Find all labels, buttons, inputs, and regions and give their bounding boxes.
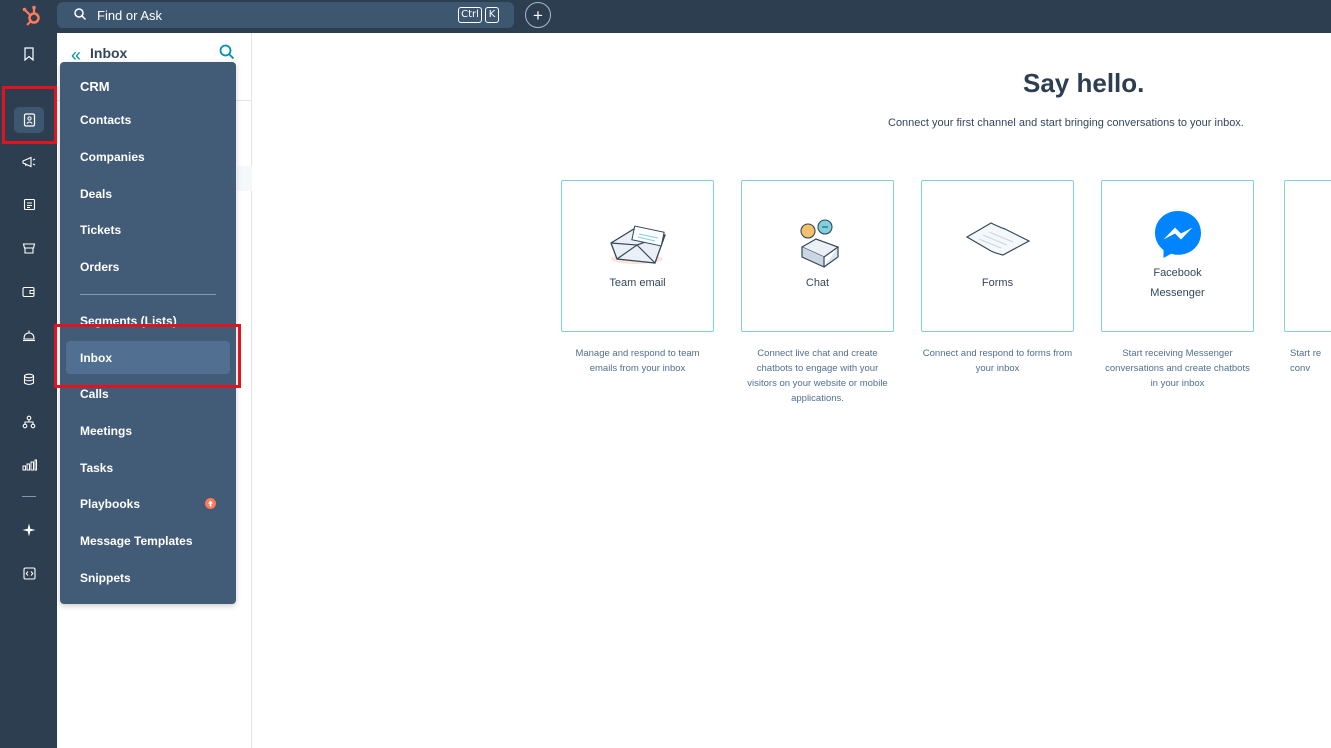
menu-item-calls[interactable]: Calls — [80, 387, 109, 401]
menu-item-message-templates[interactable]: Message Templates — [80, 534, 193, 548]
content-icon[interactable] — [18, 193, 40, 215]
code-icon[interactable] — [18, 562, 40, 584]
workflows-icon[interactable] — [18, 411, 40, 433]
menu-item-deals[interactable]: Deals — [80, 187, 112, 201]
shortcut-ctrl-key: Ctrl — [458, 7, 482, 23]
nav-divider — [22, 496, 36, 497]
menu-item-contacts[interactable]: Contacts — [80, 113, 131, 127]
menu-item-playbooks[interactable]: Playbooks — [80, 497, 140, 511]
envelope-icon — [562, 215, 713, 271]
messenger-icon — [1102, 208, 1253, 260]
card-label: Facebook Messenger — [1150, 267, 1205, 299]
card-label: Team email — [609, 277, 666, 289]
database-icon[interactable] — [18, 368, 40, 390]
panel-title: Inbox — [90, 45, 128, 61]
menu-item-tasks[interactable]: Tasks — [80, 461, 113, 475]
bookmark-icon[interactable] — [18, 43, 40, 65]
card-label: Chat — [805, 277, 830, 289]
commerce-icon[interactable] — [18, 237, 40, 259]
menu-item-orders[interactable]: Orders — [80, 260, 119, 274]
channel-card-partial[interactable] — [1284, 180, 1331, 332]
highlight-box-inbox — [54, 324, 241, 388]
menu-item-tickets[interactable]: Tickets — [80, 223, 121, 237]
flyout-heading: CRM — [80, 79, 110, 94]
chat-icon — [742, 217, 893, 273]
flyout-divider — [80, 294, 216, 295]
channel-card-team-email[interactable]: Team email — [561, 180, 714, 332]
channel-card-forms[interactable]: Forms — [921, 180, 1074, 332]
service-bell-icon[interactable] — [18, 324, 40, 346]
panel-selected-row[interactable] — [237, 166, 252, 191]
sparkle-icon[interactable] — [18, 519, 40, 541]
megaphone-icon[interactable] — [18, 151, 40, 173]
card-description: Start receiving Messenger conversations … — [1105, 348, 1250, 389]
global-search-input[interactable]: Find or Ask Ctrl K — [57, 2, 514, 28]
top-bar: Find or Ask Ctrl K + — [0, 0, 1331, 33]
shortcut-k-key: K — [485, 7, 499, 23]
page-title: Say hello. — [1023, 68, 1145, 98]
menu-item-meetings[interactable]: Meetings — [80, 424, 132, 438]
wallet-icon[interactable] — [18, 281, 40, 303]
reports-icon[interactable] — [18, 454, 40, 476]
create-new-button[interactable]: + — [525, 2, 551, 28]
card-description: Start re conv — [1290, 348, 1322, 374]
channel-card-chat[interactable]: Chat — [741, 180, 894, 332]
page-subtitle: Connect your first channel and start bri… — [888, 117, 1244, 129]
highlight-box-crm-icon — [2, 86, 57, 144]
menu-item-snippets[interactable]: Snippets — [80, 571, 131, 585]
hubspot-logo-icon[interactable] — [20, 4, 44, 28]
card-description: Manage and respond to team emails from y… — [575, 348, 700, 374]
menu-item-companies[interactable]: Companies — [80, 150, 145, 164]
card-description: Connect and respond to forms from your i… — [922, 348, 1073, 374]
search-placeholder: Find or Ask — [97, 8, 163, 23]
upgrade-arrow-icon — [205, 498, 216, 509]
search-icon — [73, 7, 87, 26]
card-label: Forms — [981, 277, 1014, 289]
channel-card-facebook-messenger[interactable]: Facebook Messenger — [1101, 180, 1254, 332]
card-description: Connect live chat and create chatbots to… — [747, 348, 888, 404]
form-icon — [922, 219, 1073, 259]
